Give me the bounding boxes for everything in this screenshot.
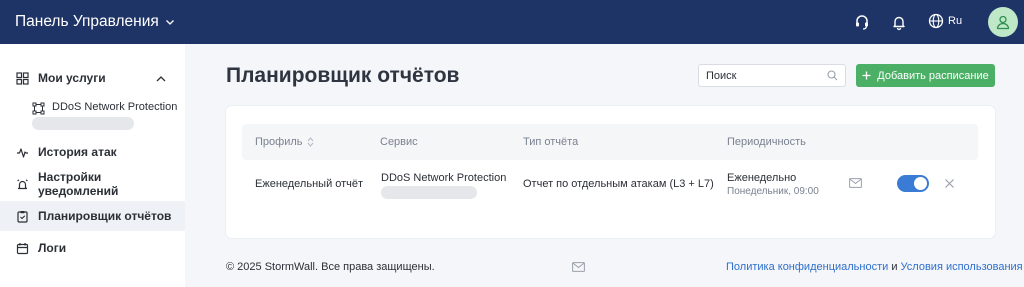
- globe-icon: [928, 13, 944, 29]
- search-box[interactable]: [698, 64, 846, 87]
- column-header-type: Тип отчёта: [523, 136, 578, 148]
- column-header-label: Профиль: [255, 136, 303, 148]
- sort-icon: [307, 137, 313, 147]
- cell-period-detail: Понедельник, 09:00: [727, 186, 819, 197]
- privacy-policy-link[interactable]: Политика конфиденциальности: [726, 261, 888, 273]
- cell-period: Еженедельно: [727, 172, 797, 184]
- grid-icon: [16, 71, 29, 85]
- schedule-enabled-toggle[interactable]: [897, 175, 929, 192]
- bell-icon[interactable]: [890, 13, 908, 31]
- chevron-up-icon[interactable]: [155, 73, 167, 85]
- clipboard-icon: [17, 210, 28, 223]
- language-selector[interactable]: Ru: [928, 13, 962, 29]
- sidebar-item-label: Логи: [38, 241, 67, 255]
- column-header-period: Периодичность: [727, 136, 806, 148]
- app-menu[interactable]: Панель Управления: [15, 13, 175, 31]
- table-header: Профиль Сервис Тип отчёта Периодичность: [242, 124, 978, 160]
- chevron-down-icon: [165, 20, 174, 25]
- sidebar-item-logs[interactable]: Логи: [0, 233, 185, 263]
- network-icon: [32, 102, 45, 115]
- toggle-knob: [914, 177, 927, 190]
- footer-copyright: © 2025 StormWall. Все права защищены.: [226, 261, 435, 273]
- column-header-label: Тип отчёта: [523, 136, 579, 148]
- cell-service: DDoS Network Protection: [381, 172, 507, 184]
- redacted-field: [381, 186, 477, 199]
- sidebar-item-attack-history[interactable]: История атак: [0, 137, 185, 167]
- pulse-icon: [17, 147, 28, 158]
- calendar-icon: [16, 242, 29, 254]
- sidebar-item-report-scheduler[interactable]: Планировщик отчётов: [0, 201, 185, 231]
- language-label: Ru: [948, 15, 963, 27]
- cell-profile: Еженедельный отчёт: [255, 178, 364, 190]
- column-header-profile[interactable]: Профиль: [255, 136, 314, 148]
- footer-and: и: [888, 261, 901, 273]
- redacted-field: [32, 117, 134, 130]
- mail-icon[interactable]: [849, 178, 862, 188]
- schedule-table-card: Профиль Сервис Тип отчёта Периодичность …: [226, 106, 995, 238]
- plus-icon: [862, 71, 871, 80]
- avatar[interactable]: [988, 7, 1018, 37]
- add-schedule-label: Добавить расписание: [877, 69, 989, 82]
- column-header-label: Периодичность: [727, 136, 806, 148]
- sidebar-item-label: Планировщик отчётов: [38, 209, 172, 223]
- search-icon: [827, 70, 838, 81]
- sidebar-item-label: Мои услуги: [38, 71, 106, 85]
- page-title: Планировщик отчётов: [226, 64, 460, 87]
- sidebar-item-label: Настройки уведомлений: [38, 170, 119, 198]
- mail-icon[interactable]: [572, 262, 585, 272]
- headset-icon[interactable]: [853, 13, 871, 31]
- sidebar-item-notifications[interactable]: Настройки уведомлений: [0, 169, 185, 199]
- user-icon: [996, 15, 1010, 30]
- column-header-label: Сервис: [380, 136, 418, 148]
- alarm-icon: [17, 178, 28, 189]
- sidebar-item-label: История атак: [38, 145, 117, 159]
- sidebar-subitem-ddos[interactable]: DDoS Network Protection: [32, 101, 177, 130]
- column-header-service: Сервис: [380, 136, 418, 148]
- app-title: Панель Управления: [15, 13, 159, 30]
- terms-link[interactable]: Условия использования: [901, 261, 1023, 273]
- close-icon[interactable]: [944, 178, 955, 189]
- footer-links: Политика конфиденциальности и Условия ис…: [726, 261, 1023, 273]
- top-bar: Панель Управления Ru: [0, 0, 1024, 44]
- add-schedule-button[interactable]: Добавить расписание: [856, 64, 995, 87]
- sidebar-subitem-label: DDoS Network Protection: [52, 101, 178, 113]
- search-input[interactable]: [706, 69, 821, 82]
- cell-report-type: Отчет по отдельным атакам (L3 + L7): [523, 178, 714, 190]
